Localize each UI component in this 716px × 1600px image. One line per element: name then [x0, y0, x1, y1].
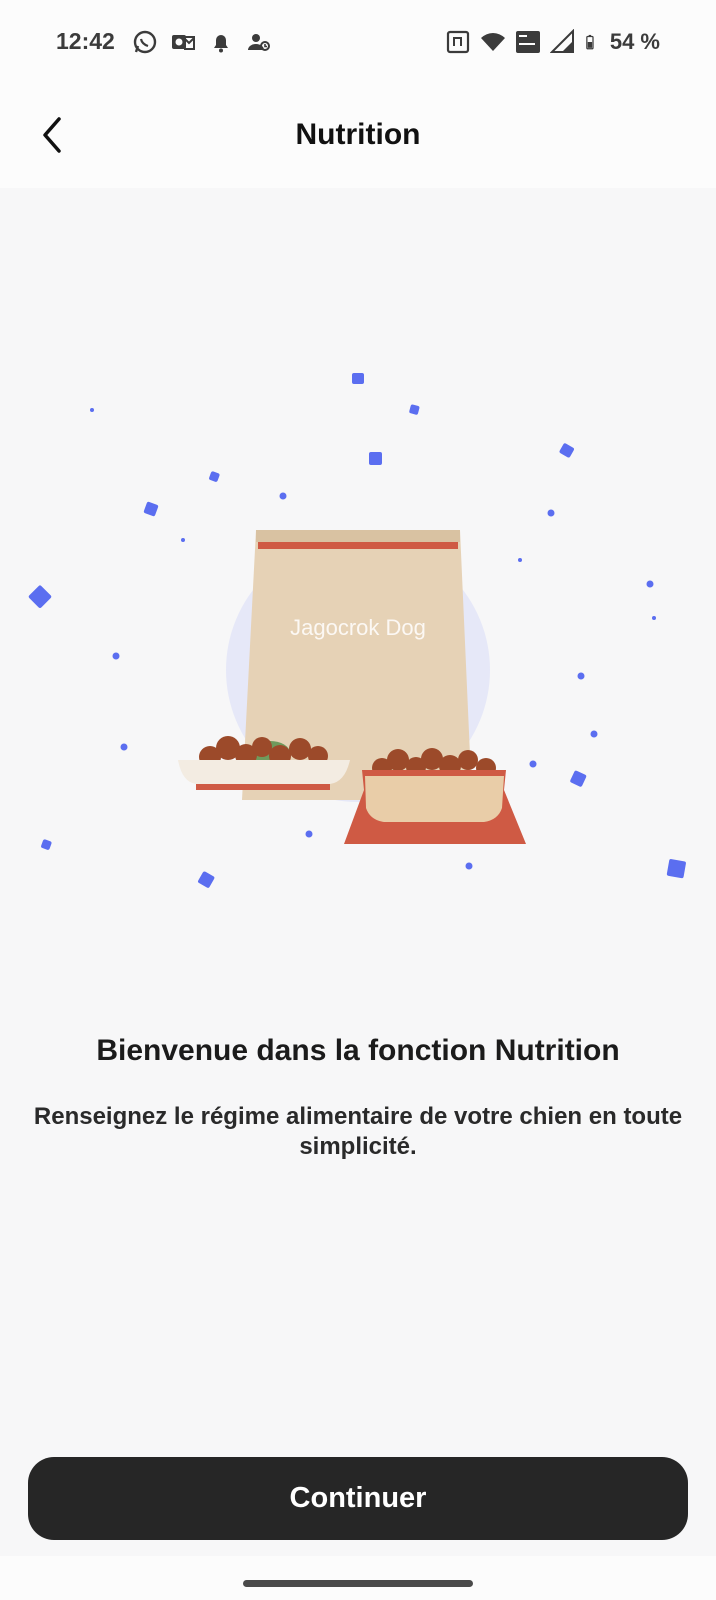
status-time: 12:42: [56, 28, 115, 54]
battery-icon: [586, 34, 594, 50]
app-header: Nutrition: [0, 84, 716, 188]
notification-icons: [132, 28, 272, 56]
bag-label: Jagocrok Dog: [290, 615, 426, 640]
continue-button[interactable]: Continuer: [28, 1457, 688, 1540]
navigation-bar: [0, 1556, 716, 1600]
welcome-subtitle: Renseignez le régime alimentaire de votr…: [33, 1103, 683, 1160]
welcome-title: Bienvenue dans la fonction Nutrition: [96, 1034, 620, 1067]
vowifi-icon: [515, 31, 540, 53]
status-bar: 12:42 54 %: [0, 0, 716, 84]
signal-icon: [549, 29, 574, 53]
outlook-icon: [172, 35, 195, 50]
nutrition-illustration: Jagocrok Dog: [28, 373, 686, 888]
system-icons: 54 %: [445, 28, 660, 56]
bell-icon: [214, 35, 228, 53]
whatsapp-icon: [133, 30, 157, 54]
wifi-icon: [480, 33, 505, 51]
battery-percent: 54 %: [609, 29, 660, 54]
page-title: Nutrition: [295, 118, 421, 151]
nfc-icon: [446, 30, 469, 54]
contacts-icon: [248, 34, 270, 51]
home-indicator[interactable]: [243, 1580, 473, 1587]
